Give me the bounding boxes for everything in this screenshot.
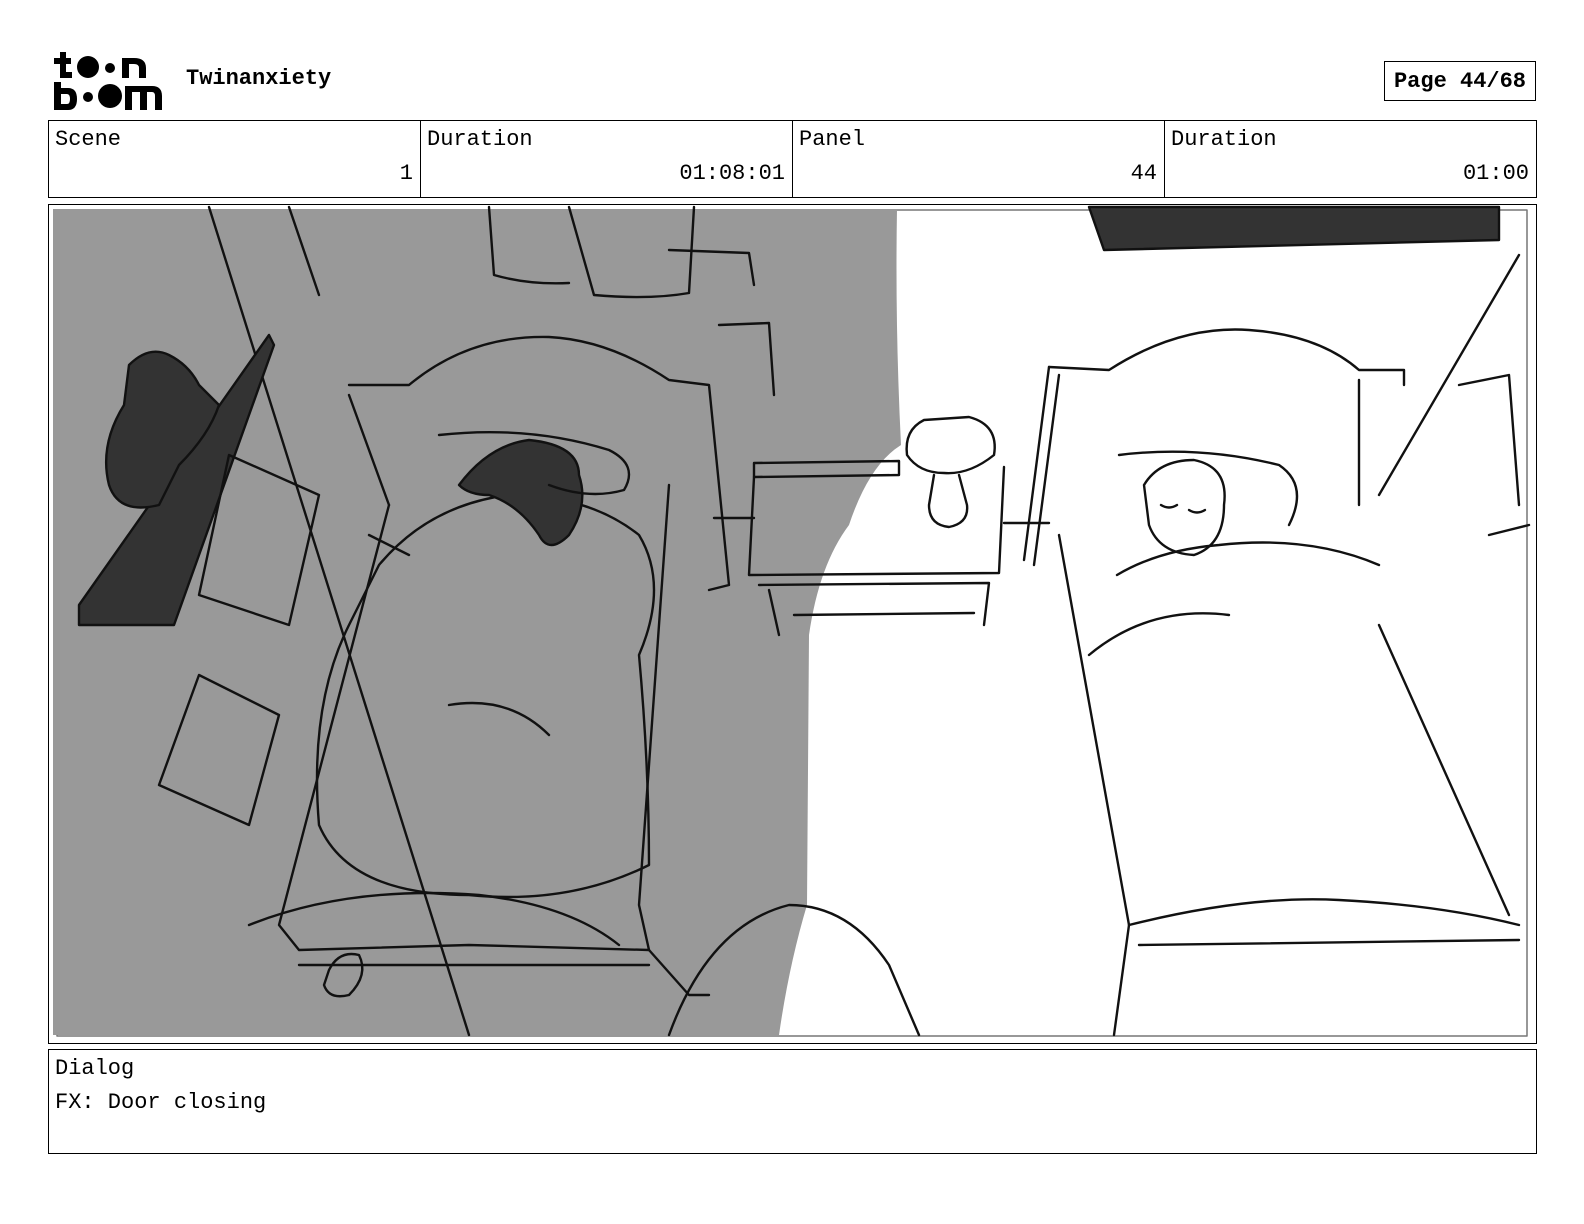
toonboom-logo [54,52,162,110]
scene-label: Scene [55,127,122,152]
panel-label: Panel [799,127,866,152]
storyboard-sketch-icon [53,205,1531,1037]
scene-cell: Scene 1 [49,121,421,197]
scene-duration-value: 01:08:01 [679,161,785,186]
dialog-text: FX: Door closing [55,1090,267,1115]
panel-duration-value: 01:00 [1462,161,1529,186]
project-title: Twinanxiety [186,66,332,91]
scene-value: 1 [399,161,413,186]
panel-duration-label: Duration [1171,127,1277,152]
panel-info-row: Scene 1 Duration 01:08:01 Panel 44 Durat… [48,120,1537,198]
panel-value: 44 [1130,161,1157,186]
scene-duration-cell: Duration 01:08:01 [421,121,793,197]
scene-duration-label: Duration [427,127,533,152]
dialog-label: Dialog [55,1056,135,1081]
dialog-box: Dialog FX: Door closing [48,1049,1537,1154]
panel-duration-cell: Duration 01:00 [1165,121,1536,197]
page-number: Page 44/68 [1384,61,1536,101]
storyboard-panel [48,204,1537,1044]
panel-cell: Panel 44 [793,121,1165,197]
